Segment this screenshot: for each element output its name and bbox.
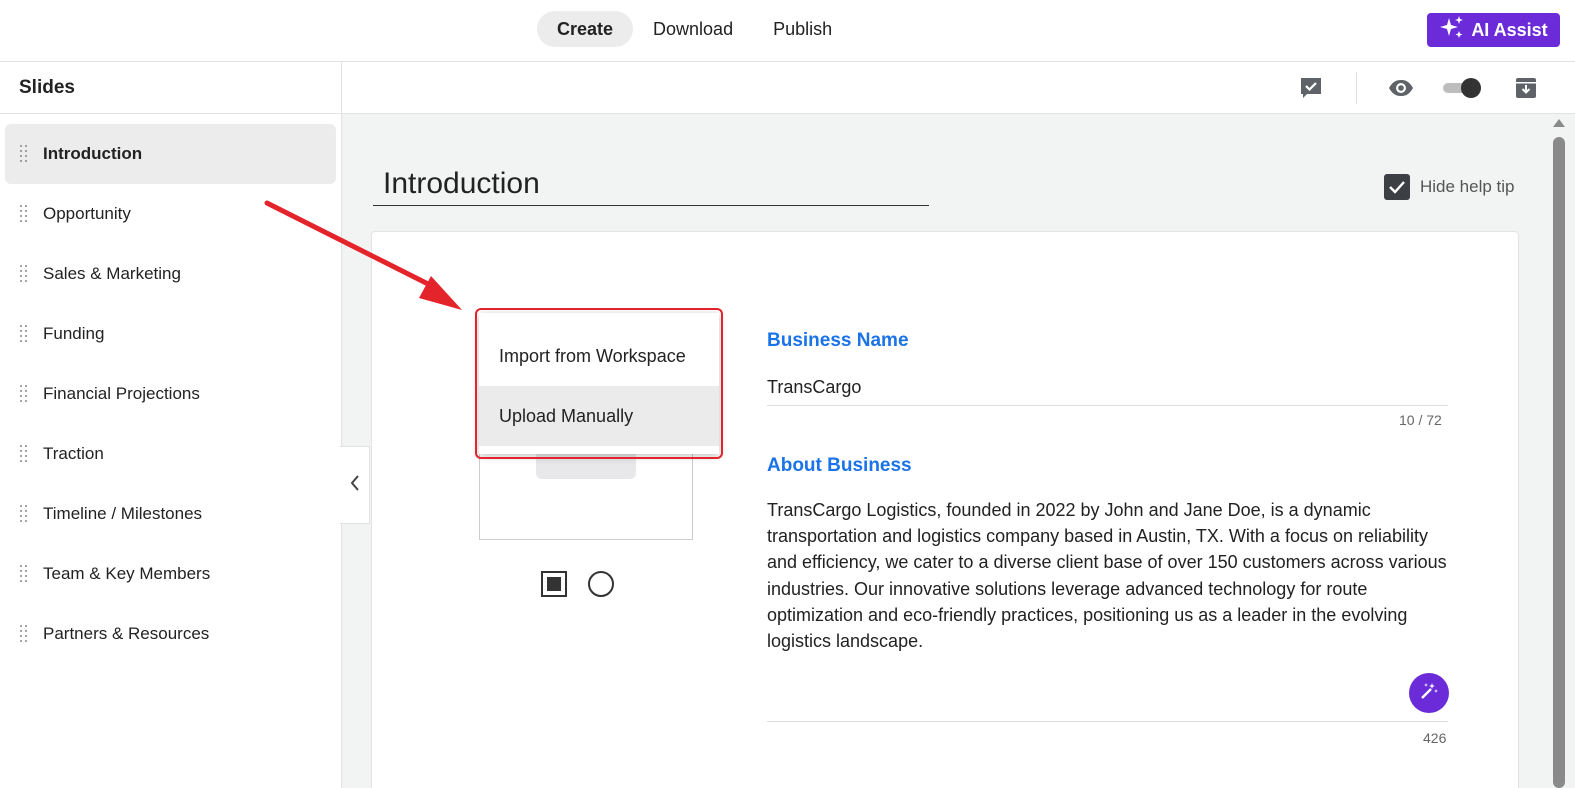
sidebar-item-traction[interactable]: Traction: [5, 424, 336, 484]
square-shape-option[interactable]: [541, 571, 567, 597]
chevron-left-icon: [349, 474, 361, 497]
top-bar: Create Download Publish AI Assist: [0, 0, 1575, 62]
archive-icon[interactable]: [1515, 76, 1537, 105]
sidebar-item-introduction[interactable]: Introduction: [5, 124, 336, 184]
about-business-char-counter: 426: [1423, 730, 1447, 746]
eye-icon[interactable]: [1388, 77, 1414, 104]
sparkles-icon: [1439, 15, 1465, 46]
checkbox-checked-icon[interactable]: [1384, 174, 1410, 200]
sidebar-title: Slides: [0, 62, 341, 114]
magic-wand-icon: [1419, 681, 1439, 706]
sidebar-item-label: Opportunity: [43, 204, 131, 223]
drag-handle-icon[interactable]: [20, 265, 28, 283]
about-business-label: About Business: [767, 455, 912, 476]
sidebar-item-label: Timeline / Milestones: [43, 504, 203, 523]
sidebar-item-funding[interactable]: Funding: [5, 304, 336, 364]
hide-help-tip-checkbox[interactable]: Hide help tip: [1384, 174, 1515, 200]
business-name-char-counter: 10 / 72: [1399, 412, 1442, 428]
drag-handle-icon[interactable]: [20, 445, 28, 463]
sidebar-item-opportunity[interactable]: Opportunity: [5, 184, 336, 244]
slide-list: Introduction Opportunity Sales & Marketi…: [0, 114, 341, 664]
sidebar-item-label: Financial Projections: [43, 384, 200, 403]
about-business-underline: [767, 721, 1448, 722]
comment-check-icon[interactable]: [1299, 76, 1323, 105]
scrollbar-thumb[interactable]: [1553, 137, 1565, 788]
sidebar-item-timeline-milestones[interactable]: Timeline / Milestones: [5, 484, 336, 544]
sidebar-item-sales-marketing[interactable]: Sales & Marketing: [5, 244, 336, 304]
mode-tabs: Create Download Publish: [537, 11, 852, 47]
business-name-input[interactable]: TransCargo: [767, 377, 861, 398]
ai-assist-label: AI Assist: [1471, 19, 1548, 40]
drag-handle-icon[interactable]: [20, 385, 28, 403]
sidebar-item-team-key-members[interactable]: Team & Key Members: [5, 544, 336, 604]
slides-sidebar: Slides Introduction Opportunity Sales & …: [0, 62, 342, 788]
slide-title-input[interactable]: Introduction: [373, 163, 929, 206]
sidebar-item-financial-projections[interactable]: Financial Projections: [5, 364, 336, 424]
tab-publish[interactable]: Publish: [753, 11, 852, 47]
sidebar-item-label: Funding: [43, 324, 105, 343]
drag-handle-icon[interactable]: [20, 625, 28, 643]
hide-help-tip-label: Hide help tip: [1420, 177, 1515, 196]
tab-create[interactable]: Create: [537, 11, 634, 47]
business-name-underline: [767, 405, 1448, 406]
ai-assist-button[interactable]: AI Assist: [1427, 13, 1560, 47]
preview-toggle[interactable]: [1443, 77, 1481, 99]
circle-shape-option[interactable]: [588, 571, 614, 597]
slide-toolbar: [342, 62, 1575, 114]
drag-handle-icon[interactable]: [20, 505, 28, 523]
sidebar-item-partners-resources[interactable]: Partners & Resources: [5, 604, 336, 664]
drag-handle-icon[interactable]: [20, 205, 28, 223]
drag-handle-icon[interactable]: [20, 565, 28, 583]
toolbar-divider: [1356, 72, 1357, 104]
sidebar-item-label: Team & Key Members: [43, 564, 211, 583]
drag-handle-icon[interactable]: [20, 145, 28, 163]
business-name-label: Business Name: [767, 330, 909, 351]
scroll-up-arrow-icon[interactable]: [1553, 119, 1565, 127]
about-business-textarea[interactable]: TransCargo Logistics, founded in 2022 by…: [767, 497, 1457, 654]
sidebar-item-label: Introduction: [43, 144, 143, 163]
sidebar-item-label: Sales & Marketing: [43, 264, 181, 283]
collapse-sidebar-button[interactable]: [340, 446, 370, 524]
drag-handle-icon[interactable]: [20, 325, 28, 343]
sidebar-item-label: Partners & Resources: [43, 624, 210, 643]
annotation-highlight-box: [475, 308, 723, 459]
tab-download[interactable]: Download: [633, 11, 753, 47]
sidebar-item-label: Traction: [43, 444, 104, 463]
ai-rewrite-button[interactable]: [1409, 673, 1449, 713]
